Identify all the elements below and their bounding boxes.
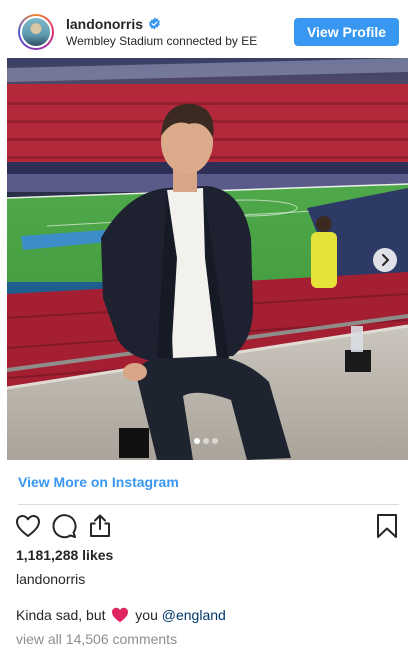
mention-link[interactable]: @england (162, 607, 226, 623)
verified-badge-icon (149, 17, 160, 30)
caption-text: you (135, 607, 158, 623)
bookmark-icon[interactable] (373, 512, 401, 540)
carousel-dot (203, 438, 209, 444)
post-username[interactable]: landonorris (66, 16, 143, 32)
post-caption: Kinda sad, but you @england (16, 607, 226, 623)
heart-outline-icon[interactable] (14, 512, 42, 540)
chevron-right-icon (382, 254, 389, 266)
post-header: landonorris Wembley Stadium connected by… (0, 0, 408, 58)
carousel-dot (212, 438, 218, 444)
share-upload-icon[interactable] (86, 512, 114, 540)
carousel-dot (194, 438, 200, 444)
avatar-image (20, 16, 52, 48)
post-location[interactable]: Wembley Stadium connected by EE (66, 34, 264, 48)
avatar[interactable] (18, 14, 54, 50)
comment-bubble-icon[interactable] (50, 512, 78, 540)
carousel-next-button[interactable] (373, 248, 397, 272)
view-more-link[interactable]: View More on Instagram (18, 474, 179, 490)
red-heart-emoji (112, 607, 129, 623)
post-photo[interactable] (7, 58, 408, 460)
view-comments-link[interactable]: view all 14,506 comments (16, 631, 177, 647)
divider (18, 504, 399, 505)
likes-count[interactable]: 1,181,288 likes (16, 547, 113, 563)
caption-text: Kinda sad, but (16, 607, 106, 623)
stadium-photo-illustration (7, 58, 408, 460)
view-profile-button[interactable]: View Profile (294, 18, 399, 46)
caption-username[interactable]: landonorris (16, 571, 85, 587)
